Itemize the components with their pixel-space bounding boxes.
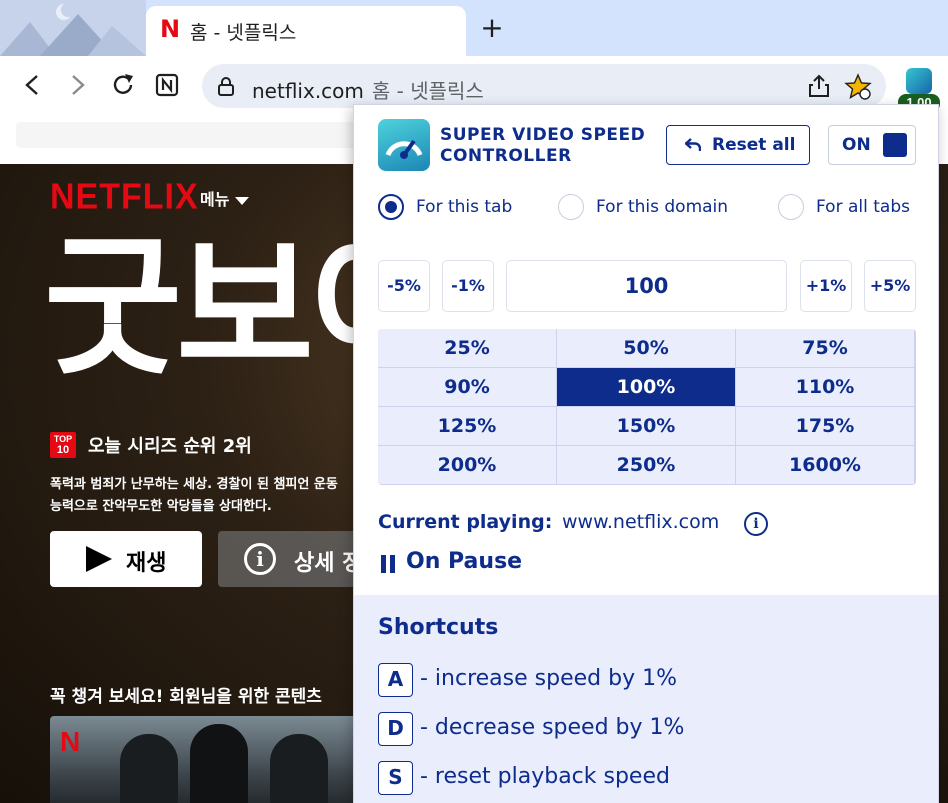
play-label: 재생 xyxy=(126,551,167,576)
scope-label-tab: For this tab xyxy=(416,197,513,217)
radio-all-tabs[interactable] xyxy=(778,194,804,220)
shortcut-key-s: S xyxy=(378,761,413,795)
toggle-label: ON xyxy=(842,135,871,155)
tab-title: 홈 - 넷플릭스 xyxy=(190,22,297,44)
site-info-icon[interactable] xyxy=(216,75,236,97)
shortcut-text: - decrease speed by 1% xyxy=(420,715,685,740)
thumbnail-figure xyxy=(190,724,248,803)
caret-down-icon xyxy=(235,196,250,205)
current-playing-host: www.netflix.com xyxy=(562,511,720,533)
shortcuts-title: Shortcuts xyxy=(378,615,499,640)
popup-title-line-1: SUPER VIDEO SPEED xyxy=(440,125,646,145)
url-page-title: 홈 - 넷플릭스 xyxy=(371,79,484,103)
scope-label-domain: For this domain xyxy=(596,197,729,217)
hero-description: 폭력과 범죄가 난무하는 세상. 경찰이 된 챔피언 운동 능력으로 잔악무도한… xyxy=(50,474,360,518)
reload-icon xyxy=(113,74,133,94)
preset-90[interactable]: 90% xyxy=(378,368,556,406)
play-icon xyxy=(86,546,112,572)
on-off-toggle[interactable]: ON xyxy=(828,125,916,165)
thumbnail-netflix-logo: N xyxy=(60,726,81,757)
extension-n-button[interactable] xyxy=(150,68,184,102)
shortcut-key-a: A xyxy=(378,663,413,697)
tab-strip: N 홈 - 넷플릭스 + xyxy=(0,0,948,56)
n-extension-icon xyxy=(155,73,179,97)
radio-tab[interactable] xyxy=(378,194,404,220)
netflix-favicon-icon: N xyxy=(160,15,181,43)
speed-controller-extension-button[interactable]: 1.00 xyxy=(898,64,940,112)
preset-175[interactable]: 175% xyxy=(736,407,914,445)
preset-1600[interactable]: 1600% xyxy=(736,446,914,484)
info-icon: i xyxy=(244,543,276,575)
popup-title: SUPER VIDEO SPEED CONTROLLER xyxy=(440,125,645,167)
top10-badge-line1: TOP xyxy=(53,434,73,444)
speedometer-icon xyxy=(906,68,932,94)
undo-icon xyxy=(685,138,701,151)
preset-50[interactable]: 50% xyxy=(557,329,735,367)
row-title: 꼭 챙겨 보세요! 회원님을 위한 콘텐츠 xyxy=(50,687,322,707)
reload-button[interactable] xyxy=(106,68,140,102)
netflix-logo[interactable]: NETFLIX xyxy=(50,177,199,218)
top10-badge-icon: TOP 10 xyxy=(50,432,76,458)
back-arrow-icon xyxy=(25,75,38,95)
share-icon[interactable] xyxy=(806,73,832,99)
preset-75[interactable]: 75% xyxy=(736,329,914,367)
forward-button[interactable] xyxy=(60,68,94,102)
scope-label-all-tabs: For all tabs xyxy=(816,197,910,217)
address-text: netflix.com 홈 - 넷플릭스 xyxy=(252,75,484,104)
preset-25[interactable]: 25% xyxy=(378,329,556,367)
toggle-knob xyxy=(883,133,907,157)
playback-status: On Pause xyxy=(406,549,523,574)
popup-title-line-2: CONTROLLER xyxy=(440,146,572,166)
shortcut-text: - increase speed by 1% xyxy=(420,666,677,691)
title-thumbnail[interactable]: N xyxy=(50,716,360,803)
speedometer-logo-icon xyxy=(378,119,430,171)
preset-100[interactable]: 100% xyxy=(557,368,735,406)
info-icon[interactable]: i xyxy=(744,512,768,536)
preset-grid: 25% 50% 75% 90% 100% 110% 125% 150% 175%… xyxy=(378,329,916,485)
preset-110[interactable]: 110% xyxy=(736,368,914,406)
radio-domain[interactable] xyxy=(558,194,584,220)
bookmark-star-icon[interactable] xyxy=(844,73,872,101)
current-playing-label: Current playing: xyxy=(378,511,553,533)
description-line-2: 능력으로 잔악무도한 악당들을 상대한다. xyxy=(50,499,272,514)
play-button[interactable]: 재생 xyxy=(50,531,202,587)
thumbnail-figure xyxy=(120,734,178,803)
reset-all-label: Reset all xyxy=(712,135,796,155)
shortcut-key-d: D xyxy=(378,712,413,746)
url-host: netflix.com xyxy=(252,79,364,103)
top10-badge-line2: 10 xyxy=(56,444,70,456)
address-bar[interactable]: netflix.com 홈 - 넷플릭스 xyxy=(202,64,886,108)
minus-5-button[interactable]: -5% xyxy=(378,260,430,312)
shortcut-text: - reset playback speed xyxy=(420,764,670,789)
reset-all-button[interactable]: Reset all xyxy=(666,125,810,165)
menu-label: 메뉴 xyxy=(200,190,230,209)
new-tab-button[interactable]: + xyxy=(478,14,506,42)
plus-1-button[interactable]: +1% xyxy=(800,260,852,312)
plus-5-button[interactable]: +5% xyxy=(864,260,916,312)
preset-125[interactable]: 125% xyxy=(378,407,556,445)
preset-250[interactable]: 250% xyxy=(557,446,735,484)
pause-icon xyxy=(381,555,395,573)
shortcuts-panel: Shortcuts A - increase speed by 1% D - d… xyxy=(354,595,938,803)
bookmark-bar xyxy=(16,122,356,148)
browser-window: N 홈 - 넷플릭스 + netflix.com 홈 - 넷플릭스 1.00 N… xyxy=(0,0,948,803)
netflix-menu[interactable]: 메뉴 xyxy=(200,186,250,210)
rank-text: 오늘 시리즈 순위 2위 xyxy=(88,436,252,457)
preset-150[interactable]: 150% xyxy=(557,407,735,445)
active-tab[interactable]: N 홈 - 넷플릭스 xyxy=(146,6,466,56)
thumbnail-figure xyxy=(270,734,328,803)
speed-controller-popup: SUPER VIDEO SPEED CONTROLLER Reset all O… xyxy=(353,104,939,803)
minus-1-button[interactable]: -1% xyxy=(442,260,494,312)
forward-arrow-icon xyxy=(72,75,85,95)
description-line-1: 폭력과 범죄가 난무하는 세상. 경찰이 된 챔피언 운동 xyxy=(50,477,338,492)
tab-strip-decoration xyxy=(0,0,146,56)
preset-200[interactable]: 200% xyxy=(378,446,556,484)
speed-input[interactable]: 100 xyxy=(506,260,787,312)
back-button[interactable] xyxy=(16,68,50,102)
